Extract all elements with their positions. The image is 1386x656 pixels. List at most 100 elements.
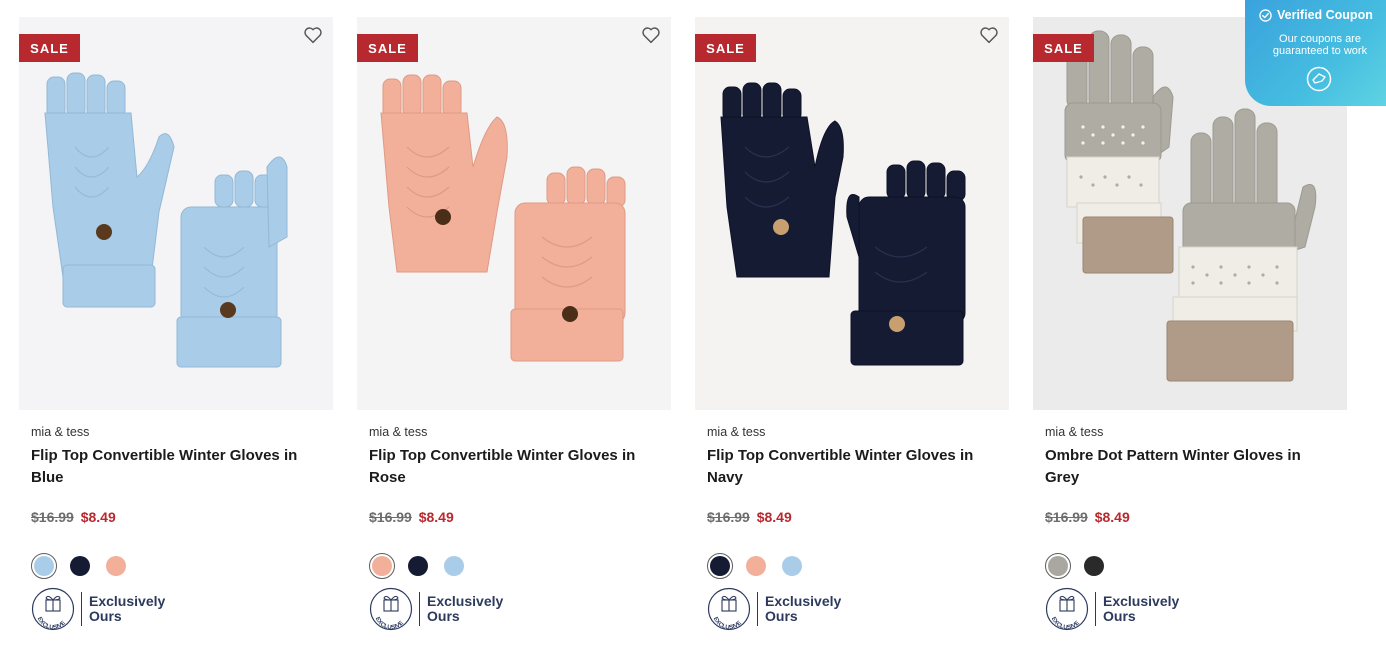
product-title-line-2[interactable]: Grey [1045,467,1335,489]
wishlist-heart-icon[interactable] [641,26,661,44]
wishlist-heart-icon[interactable] [979,26,999,44]
product-brand[interactable]: mia & tess [707,425,765,439]
product-photo [357,17,671,410]
product-card[interactable]: SALE mia & tess Flip Top Convertible Win… [19,17,333,647]
product-price: $16.99 $8.49 [31,509,116,525]
product-card[interactable]: SALE mia & tess Ombre Dot Pattern Winter… [1033,17,1347,647]
original-price: $16.99 [1045,509,1088,525]
product-title-line-1[interactable]: Flip Top Convertible Winter Gloves in [369,445,659,467]
divider [419,592,420,626]
coupon-title: Verified Coupon [1277,8,1373,22]
coupon-subtitle-line-2: guaranteed to work [1272,45,1368,57]
swatch-color-dot [782,556,802,576]
product-price: $16.99 $8.49 [707,509,792,525]
coupon-subtitle-line-1: Our coupons are [1279,33,1361,45]
exclusively-ours-badge: EXCLUSIVE Exclusively Ours [369,586,503,632]
color-swatch[interactable] [405,553,431,579]
color-swatch[interactable] [707,553,733,579]
divider [81,592,82,626]
swatch-color-dot [34,556,54,576]
product-image[interactable] [19,17,333,410]
exclusive-label: Exclusively Ours [1103,594,1179,624]
product-title-line-2[interactable]: Blue [31,467,321,489]
exclusive-gift-icon: EXCLUSIVE [369,587,413,631]
swatch-color-dot [372,556,392,576]
exclusive-line-2: Ours [1103,608,1136,624]
verified-coupon-widget[interactable]: Verified Coupon Our coupons are guarante… [1245,0,1386,106]
original-price: $16.99 [707,509,750,525]
exclusively-ours-badge: EXCLUSIVE Exclusively Ours [1045,586,1179,632]
exclusive-line-2: Ours [89,608,122,624]
product-brand[interactable]: mia & tess [369,425,427,439]
color-swatches [707,553,805,579]
swatch-color-dot [70,556,90,576]
product-image[interactable] [695,17,1009,410]
coupon-header: Verified Coupon [1259,8,1373,22]
product-price: $16.99 $8.49 [369,509,454,525]
exclusively-ours-badge: EXCLUSIVE Exclusively Ours [707,586,841,632]
check-circle-icon [1259,8,1272,22]
exclusive-line-1: Exclusively [765,593,842,609]
product-image[interactable] [357,17,671,410]
product-title-line-2[interactable]: Navy [707,467,997,489]
product-brand[interactable]: mia & tess [31,425,89,439]
product-title-line-1[interactable]: Flip Top Convertible Winter Gloves in [707,445,997,467]
original-price: $16.99 [31,509,74,525]
color-swatch[interactable] [1081,553,1107,579]
swatch-color-dot [710,556,730,576]
exclusive-gift-icon: EXCLUSIVE [707,587,751,631]
product-title[interactable]: Flip Top Convertible Winter Gloves in Na… [707,445,997,489]
swatch-color-dot [746,556,766,576]
product-card[interactable]: SALE mia & tess Flip Top Convertible Win… [695,17,1009,647]
exclusive-label: Exclusively Ours [89,594,165,624]
sale-price: $8.49 [80,509,116,525]
exclusively-ours-badge: EXCLUSIVE Exclusively Ours [31,586,165,632]
product-title[interactable]: Flip Top Convertible Winter Gloves in Ro… [369,445,659,489]
exclusive-line-2: Ours [427,608,460,624]
exclusive-line-2: Ours [765,608,798,624]
color-swatches [369,553,467,579]
color-swatch[interactable] [441,553,467,579]
divider [757,592,758,626]
product-grid: SALE mia & tess Flip Top Convertible Win… [19,17,1347,647]
swatch-color-dot [408,556,428,576]
color-swatch[interactable] [779,553,805,579]
swatch-color-dot [1084,556,1104,576]
wishlist-heart-icon[interactable] [303,26,323,44]
sale-badge: SALE [1033,34,1094,62]
product-brand[interactable]: mia & tess [1045,425,1103,439]
sale-price: $8.49 [418,509,454,525]
product-title-line-1[interactable]: Ombre Dot Pattern Winter Gloves in [1045,445,1335,467]
color-swatch[interactable] [369,553,395,579]
swatch-color-dot [1048,556,1068,576]
exclusive-label: Exclusively Ours [765,594,841,624]
original-price: $16.99 [369,509,412,525]
swatch-color-dot [444,556,464,576]
color-swatch[interactable] [103,553,129,579]
exclusive-line-1: Exclusively [427,593,504,609]
coupon-cap-icon[interactable] [1306,66,1332,92]
exclusive-line-1: Exclusively [1103,593,1180,609]
swatch-color-dot [106,556,126,576]
sale-price: $8.49 [1094,509,1130,525]
product-photo [19,17,333,410]
sale-badge: SALE [695,34,756,62]
exclusive-line-1: Exclusively [89,593,166,609]
divider [1095,592,1096,626]
color-swatch[interactable] [67,553,93,579]
color-swatches [1045,553,1107,579]
color-swatch[interactable] [31,553,57,579]
product-title[interactable]: Ombre Dot Pattern Winter Gloves in Grey [1045,445,1335,489]
color-swatch[interactable] [743,553,769,579]
sale-badge: SALE [19,34,80,62]
product-price: $16.99 $8.49 [1045,509,1130,525]
color-swatches [31,553,129,579]
product-card[interactable]: SALE mia & tess Flip Top Convertible Win… [357,17,671,647]
exclusive-gift-icon: EXCLUSIVE [1045,587,1089,631]
product-photo [695,17,1009,410]
product-title[interactable]: Flip Top Convertible Winter Gloves in Bl… [31,445,321,489]
sale-price: $8.49 [756,509,792,525]
product-title-line-2[interactable]: Rose [369,467,659,489]
product-title-line-1[interactable]: Flip Top Convertible Winter Gloves in [31,445,321,467]
color-swatch[interactable] [1045,553,1071,579]
